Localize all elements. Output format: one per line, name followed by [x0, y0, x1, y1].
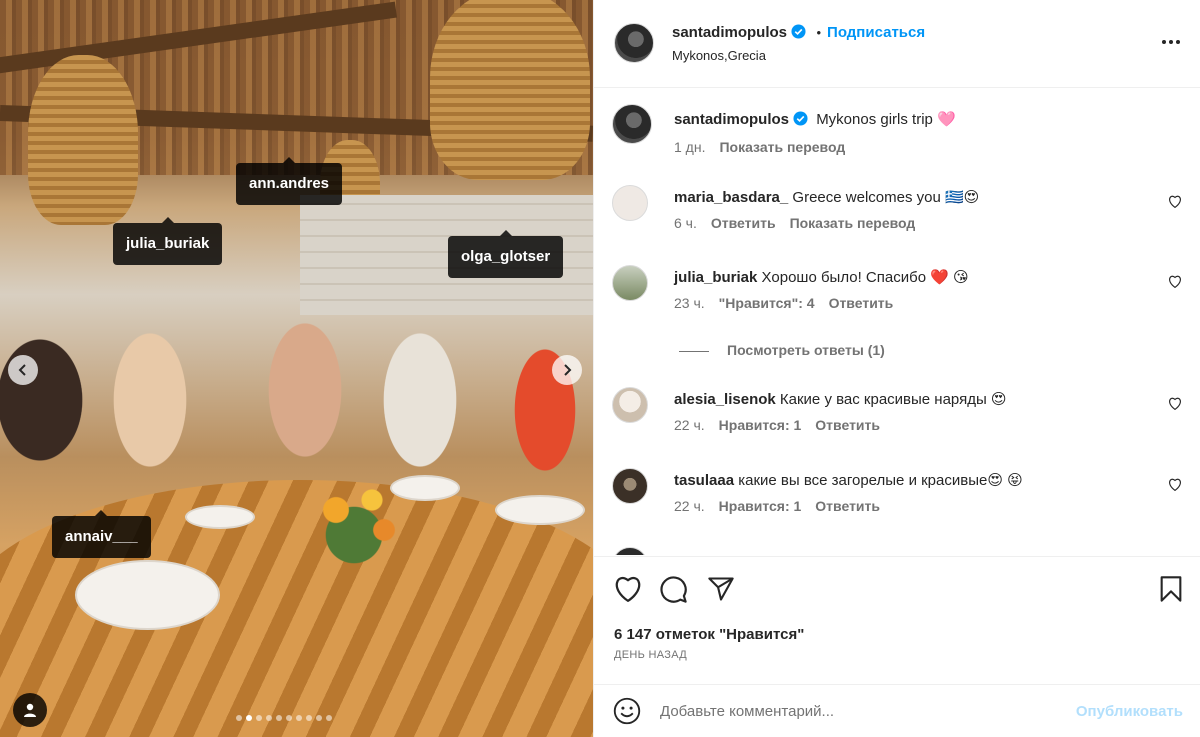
- photo-flowers: [300, 470, 420, 570]
- caption-author-avatar[interactable]: [612, 104, 652, 144]
- caption-text: Mykonos girls trip 🩷: [816, 111, 956, 128]
- carousel-dot: [276, 715, 282, 721]
- reply-button[interactable]: Ответить: [815, 417, 880, 433]
- comment-text: Какие у вас красивые наряды 😍: [779, 391, 1007, 408]
- translate-link[interactable]: Показать перевод: [719, 139, 845, 155]
- like-comment-heart-icon[interactable]: [1168, 195, 1182, 213]
- comment-meta: 23 ч. "Нравится": 4 Ответить: [674, 295, 907, 311]
- commenter-avatar[interactable]: [612, 185, 648, 221]
- comment-item: alesia_lisenok Какие у вас красивые наря…: [612, 387, 1182, 447]
- comment-meta: 22 ч. Нравится: 1 Ответить: [674, 417, 894, 433]
- post-photo[interactable]: ann.andres julia_buriak olga_glotser ann…: [0, 0, 593, 737]
- post-actions: 6 147 отметок "Нравится" ДЕНЬ НАЗАД: [594, 556, 1200, 684]
- comment-likes[interactable]: Нравится: 1: [719, 498, 802, 514]
- comment-item: julia_buriak Хорошо было! Спасибо ❤️ 😘 2…: [612, 265, 1182, 325]
- photo-people: [0, 290, 593, 510]
- photo-plate: [495, 495, 585, 525]
- comment-author[interactable]: julia_buriak: [674, 269, 757, 286]
- like-comment-heart-icon[interactable]: [1168, 397, 1182, 415]
- comment-time[interactable]: 22 ч.: [674, 417, 705, 433]
- post-header: santadimopulos • Подписаться Mykonos,Grec…: [594, 0, 1200, 88]
- commenter-avatar[interactable]: [612, 265, 648, 301]
- comment-likes[interactable]: Нравится: 1: [719, 417, 802, 433]
- comment-text-line: tasulaaa какие вы все загорелые и красив…: [674, 471, 1023, 491]
- carousel-dot: [286, 715, 292, 721]
- comment-text: Хорошо было! Спасибо ❤️ 😘: [761, 269, 969, 286]
- heart-icon[interactable]: [613, 575, 643, 608]
- like-comment-heart-icon[interactable]: [1168, 275, 1182, 293]
- carousel-dot: [246, 715, 252, 721]
- user-tag[interactable]: annaiv___: [52, 510, 151, 558]
- photo-plate: [185, 505, 255, 529]
- carousel-dot: [316, 715, 322, 721]
- carousel-dot: [306, 715, 312, 721]
- comment-meta: 22 ч. Нравится: 1 Ответить: [674, 498, 894, 514]
- chevron-left-icon[interactable]: [8, 355, 38, 385]
- separator-dot: •: [816, 25, 822, 40]
- caption-author[interactable]: santadimopulos: [674, 111, 789, 128]
- caption-time[interactable]: 1 дн.: [674, 139, 705, 155]
- add-comment-bar: Опубликовать: [594, 684, 1200, 737]
- follow-button[interactable]: Подписаться: [827, 24, 925, 41]
- comment-item: maria_basdara_ Greece welcomes you 🇬🇷😍 6…: [612, 185, 1182, 245]
- comment-text-line: julia_buriak Хорошо было! Спасибо ❤️ 😘: [674, 268, 969, 288]
- view-replies-button[interactable]: Посмотреть ответы (1): [679, 342, 885, 358]
- comment-text-line: maria_basdara_ Greece welcomes you 🇬🇷😍: [674, 188, 979, 208]
- reply-button[interactable]: Ответить: [829, 295, 894, 311]
- verified-badge-icon: [791, 24, 806, 44]
- author-avatar[interactable]: [614, 23, 654, 63]
- post-location[interactable]: Mykonos,Grecia: [672, 48, 766, 63]
- commenter-avatar[interactable]: [612, 387, 648, 423]
- comment-author[interactable]: tasulaaa: [674, 472, 734, 489]
- emoji-icon[interactable]: [613, 697, 641, 730]
- commenter-avatar[interactable]: [612, 547, 648, 555]
- comment-meta: 6 ч. Ответить Показать перевод: [674, 215, 929, 231]
- photo-plate: [75, 560, 220, 630]
- likes-count[interactable]: 6 147 отметок "Нравится": [614, 626, 804, 643]
- comment-text: какие вы все загорелые и красивые😍 😝: [738, 472, 1023, 489]
- post-caption: santadimopulos Mykonos girls trip 🩷 1 дн…: [612, 104, 1182, 164]
- comment-author[interactable]: alesia_lisenok: [674, 391, 776, 408]
- comment-author[interactable]: maria_basdara_: [674, 189, 788, 206]
- post-date[interactable]: ДЕНЬ НАЗАД: [614, 649, 687, 661]
- share-icon[interactable]: [707, 575, 735, 608]
- comment-time[interactable]: 22 ч.: [674, 498, 705, 514]
- carousel-dot: [236, 715, 242, 721]
- reply-button[interactable]: Ответить: [815, 498, 880, 514]
- user-tag[interactable]: olga_glotser: [448, 230, 564, 278]
- comment-input[interactable]: [660, 695, 1040, 727]
- comments-list[interactable]: santadimopulos Mykonos girls trip 🩷 1 дн…: [594, 89, 1200, 555]
- photo-lamp: [430, 0, 590, 180]
- translate-link[interactable]: Показать перевод: [790, 215, 916, 231]
- carousel-dot: [266, 715, 272, 721]
- carousel-dot: [296, 715, 302, 721]
- bookmark-icon[interactable]: [1159, 575, 1183, 608]
- comment-time[interactable]: 23 ч.: [674, 295, 705, 311]
- comment-text-line: alesia_lisenok Какие у вас красивые наря…: [674, 390, 1007, 410]
- user-tag[interactable]: ann.andres: [236, 157, 343, 205]
- author-line: santadimopulos • Подписаться: [672, 24, 925, 44]
- caption-text-line: santadimopulos Mykonos girls trip 🩷: [674, 110, 956, 132]
- carousel-dot: [256, 715, 262, 721]
- comment-text: Greece welcomes you 🇬🇷😍: [792, 189, 980, 206]
- comment-likes[interactable]: "Нравится": 4: [719, 295, 815, 311]
- author-username[interactable]: santadimopulos: [672, 24, 787, 41]
- comment-icon[interactable]: [659, 575, 688, 609]
- carousel-dots: [236, 715, 332, 721]
- carousel-dot: [326, 715, 332, 721]
- commenter-avatar[interactable]: [612, 468, 648, 504]
- post-side-panel: santadimopulos • Подписаться Mykonos,Grec…: [593, 0, 1200, 737]
- reply-button[interactable]: Ответить: [711, 215, 776, 231]
- caption-meta: 1 дн. Показать перевод: [674, 139, 859, 155]
- person-icon[interactable]: [13, 693, 47, 727]
- comment-time[interactable]: 6 ч.: [674, 215, 697, 231]
- chevron-right-icon[interactable]: [552, 355, 582, 385]
- publish-button[interactable]: Опубликовать: [1076, 703, 1183, 720]
- user-tag[interactable]: julia_buriak: [113, 217, 223, 265]
- verified-badge-icon: [793, 111, 808, 132]
- like-comment-heart-icon[interactable]: [1168, 478, 1182, 496]
- comment-item: tasulaaa какие вы все загорелые и красив…: [612, 468, 1182, 528]
- more-options-icon[interactable]: [1161, 32, 1181, 50]
- photo-lamp: [28, 55, 138, 225]
